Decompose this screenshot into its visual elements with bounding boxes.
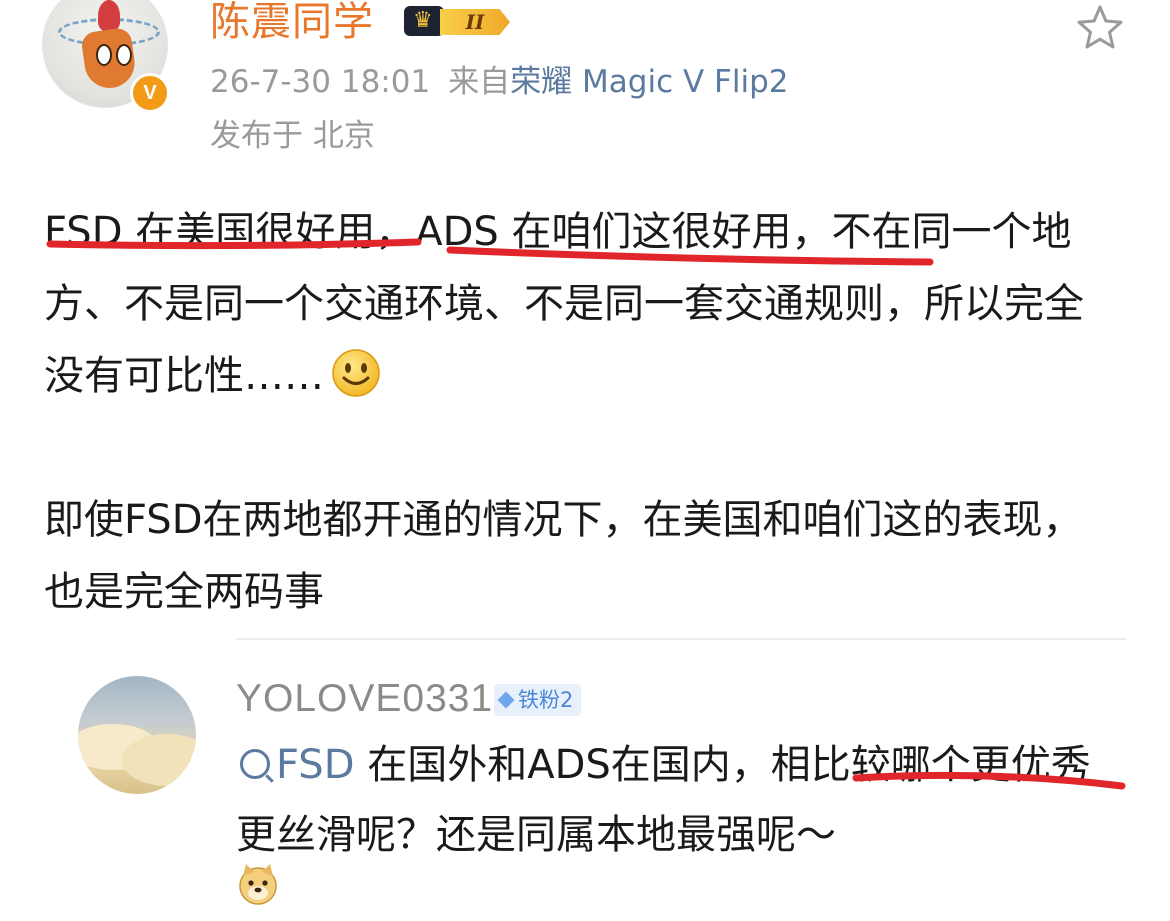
post-meta: 26-7-30 18:01 来自荣耀 Magic V Flip2 (210, 62, 789, 102)
diamond-icon (497, 691, 515, 709)
commenter-username[interactable]: YOLOVE0331 (236, 676, 493, 722)
post-paragraph-2: 即使FSD在两地都开通的情况下，在美国和咱们这的表现，也是完全两码事 (44, 497, 1083, 615)
source-prefix: 来自 (448, 64, 511, 100)
post-paragraph-1: FSD 在美国很好用，ADS 在咱们这很好用，不在同一个地方、不是同一个交通环境… (44, 209, 1084, 399)
level-badge[interactable]: ♛ II (404, 4, 514, 38)
weibo-post: V 陈震同学 ♛ II 26-7-30 18:01 来自荣耀 Magic V Fl… (0, 0, 1170, 921)
post-body: FSD 在美国很好用，ADS 在咱们这很好用，不在同一个地方、不是同一个交通环境… (44, 196, 1114, 628)
fan-badge[interactable]: 铁粉2 (494, 684, 582, 716)
crown-icon: ♛ (404, 6, 444, 36)
author-username[interactable]: 陈震同学 (210, 0, 374, 44)
post-timestamp: 26-7-30 18:01 (210, 64, 431, 100)
favorite-star-icon[interactable] (1074, 2, 1126, 54)
verified-badge-icon: V (130, 73, 170, 113)
comment-text: FSD 在国外和ADS在国内，相比较哪个更优秀更丝滑呢？还是同属本地最强呢～ (236, 742, 1091, 858)
smile-emoji-icon (332, 349, 380, 397)
level-tag: II (440, 9, 510, 35)
post-location: 发布于 北京 (210, 118, 375, 154)
search-q-icon (240, 749, 270, 779)
doge-emoji-icon (239, 864, 277, 905)
comment-divider (236, 638, 1126, 640)
source-device-link[interactable]: 荣耀 Magic V Flip2 (510, 64, 788, 100)
search-link[interactable]: FSD (236, 742, 355, 788)
commenter-avatar[interactable] (78, 676, 196, 794)
